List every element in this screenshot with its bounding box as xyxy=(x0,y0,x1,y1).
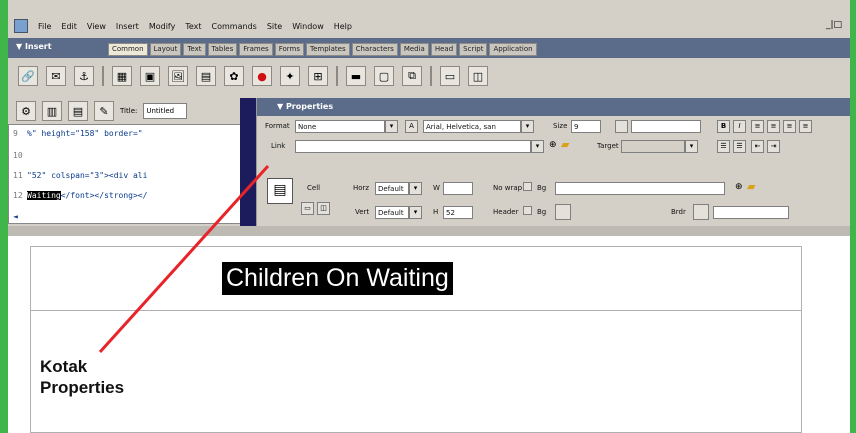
callout-line2: Properties xyxy=(40,378,125,397)
callout-line xyxy=(98,164,270,354)
callout-label: Kotak Properties xyxy=(40,356,124,398)
callout-line1: Kotak xyxy=(40,357,88,376)
callout-arrow xyxy=(98,164,270,354)
